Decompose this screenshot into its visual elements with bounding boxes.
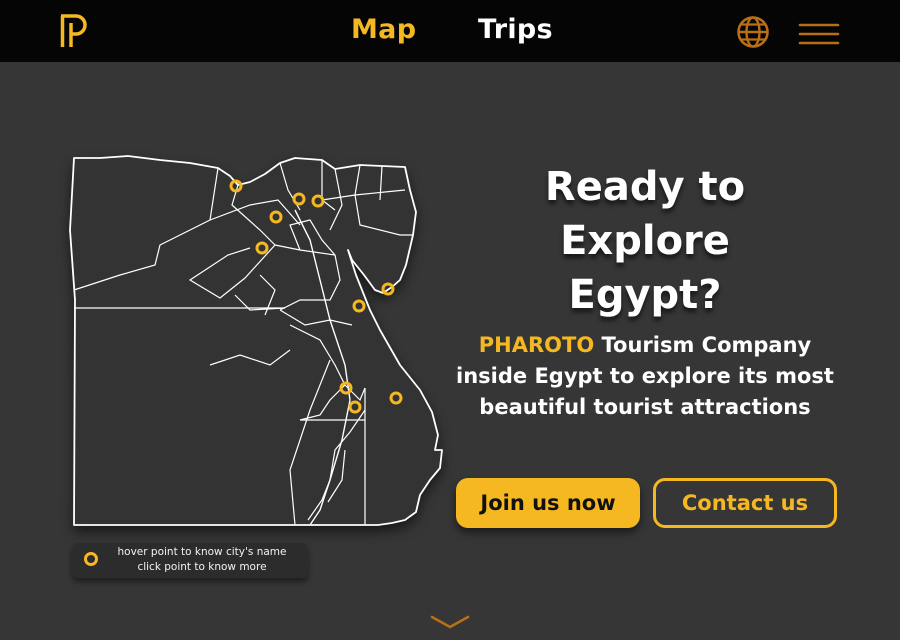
desc-line-2: inside Egypt to explore its most: [456, 364, 834, 388]
hero-description: PHAROTO Tourism Company inside Egypt to …: [455, 330, 835, 423]
legend-text: hover point to know city's name click po…: [102, 545, 302, 575]
desc-line-1-rest: Tourism Company: [594, 333, 812, 357]
egypt-outline: [69, 155, 443, 526]
globe-icon[interactable]: [736, 15, 770, 49]
nav-link-trips[interactable]: Trips: [478, 14, 553, 45]
brand-name: PHAROTO: [478, 333, 595, 357]
headline-line-1: Ready to Explore: [544, 164, 746, 264]
hamburger-menu-icon[interactable]: [798, 22, 840, 46]
map-legend: hover point to know city's name click po…: [72, 543, 308, 578]
chevron-down-icon[interactable]: [430, 614, 470, 630]
legend-line-click: click point to know more: [137, 561, 267, 573]
join-us-button[interactable]: Join us now: [456, 478, 640, 528]
desc-line-3: beautiful tourist attractions: [479, 395, 811, 419]
egypt-map-svg: [69, 155, 443, 526]
contact-us-button[interactable]: Contact us: [653, 478, 837, 528]
egypt-map: [60, 150, 460, 535]
top-navbar: Map Trips: [0, 0, 900, 62]
legend-line-hover: hover point to know city's name: [117, 546, 287, 558]
city-point-legend-icon: [84, 552, 98, 566]
hero-headline: Ready to Explore Egypt?: [455, 160, 835, 322]
pharoto-logo[interactable]: [58, 13, 90, 49]
desc-line-1: PHAROTO Tourism Company: [455, 330, 835, 361]
nav-link-map[interactable]: Map: [351, 14, 416, 45]
headline-line-2: Egypt?: [568, 272, 722, 318]
